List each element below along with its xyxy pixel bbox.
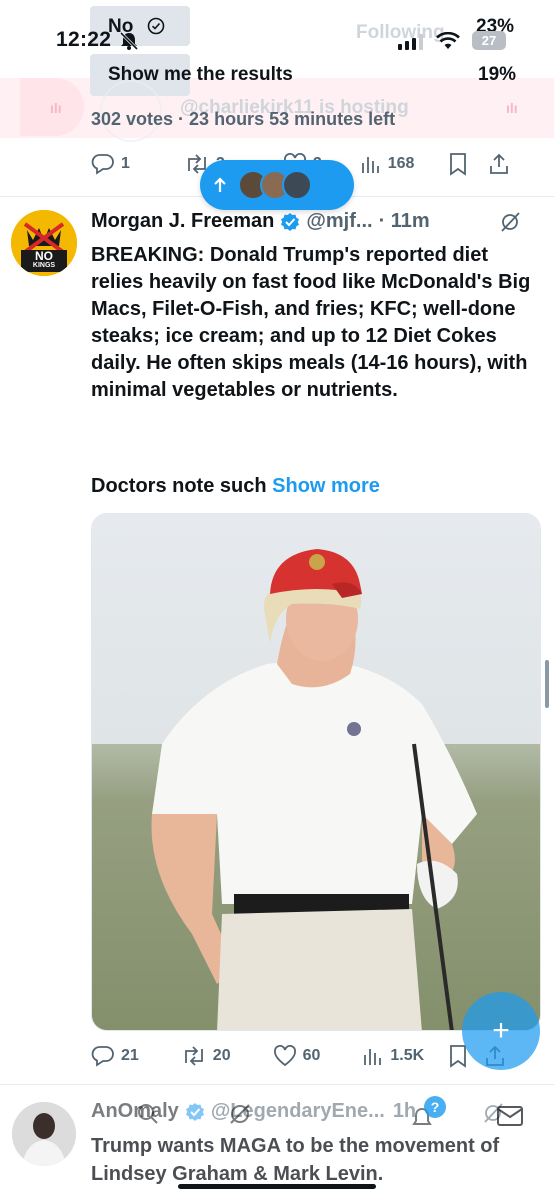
bookmark-button[interactable] (448, 152, 468, 176)
author-handle[interactable]: @mjf... (306, 210, 372, 233)
views-count: 168 (387, 155, 415, 172)
repost-button[interactable]: 20 (181, 1045, 231, 1067)
tweet-photo[interactable] (91, 513, 541, 1031)
author-name[interactable]: Morgan J. Freeman (91, 210, 274, 233)
selected-check-icon (147, 17, 165, 35)
reply-count: 21 (121, 1047, 139, 1064)
status-time: 12:22 (56, 28, 112, 51)
bookmark-icon (450, 153, 467, 176)
next-tweet-body: Trump wants MAGA to be the movement of L… (91, 1135, 500, 1185)
grok-icon (501, 211, 520, 232)
tweet-body-more: Doctors note such (91, 475, 267, 497)
messages-icon[interactable] (496, 1104, 524, 1128)
battery-icon: 27 (472, 31, 506, 50)
tweet-body: BREAKING: Donald Trump's reported diet r… (91, 244, 531, 401)
poll-option-results-label[interactable]: Show me the results (108, 64, 293, 86)
verified-badge-icon (185, 1102, 204, 1121)
repost-icon (184, 1046, 203, 1066)
new-post-avatar (282, 170, 312, 200)
like-button[interactable]: 60 (273, 1045, 321, 1067)
verified-badge-icon (281, 212, 300, 231)
views-count: 1.5K (390, 1047, 425, 1064)
next-author-avatar[interactable] (12, 1102, 76, 1166)
heart-icon (273, 1045, 296, 1067)
next-author-name[interactable]: AnOmaly (91, 1100, 179, 1123)
share-icon (490, 153, 509, 174)
repost-count: 20 (212, 1047, 231, 1064)
reply-count: 1 (121, 155, 130, 172)
views-button[interactable]: 168 (360, 153, 415, 175)
views-icon (364, 1049, 382, 1065)
tweet-divider (0, 1084, 554, 1085)
tweet-photo-image (92, 514, 540, 1030)
wifi-icon (436, 32, 460, 50)
reply-button[interactable]: 1 (91, 153, 130, 175)
avatar-logo-text-bottom: KINGS (32, 262, 56, 269)
scrollbar-thumb[interactable] (545, 660, 549, 708)
share-button[interactable] (488, 152, 510, 176)
next-avatar-image (12, 1102, 76, 1166)
new-posts-pill[interactable] (200, 160, 354, 210)
signal-icon (398, 34, 424, 50)
like-count: 60 (302, 1047, 321, 1064)
arrow-up-icon (214, 177, 226, 192)
reply-icon (91, 1046, 114, 1067)
reply-button[interactable]: 21 (91, 1045, 139, 1067)
space-audio-icon: ılı (50, 100, 62, 116)
tweet-body-truncated: Doctors note such Show more (91, 475, 380, 498)
grok-button[interactable] (499, 211, 521, 233)
author-avatar[interactable]: NO KINGS (11, 210, 77, 276)
show-more-link[interactable]: Show more (272, 475, 380, 497)
home-indicator[interactable] (178, 1184, 376, 1189)
search-icon[interactable] (136, 1102, 160, 1126)
grok-nav-icon[interactable] (228, 1102, 252, 1126)
tweet-time: · 11m (378, 210, 430, 232)
views-button[interactable]: 1.5K (362, 1045, 424, 1067)
space-audio-icon-right: ılı (506, 100, 518, 116)
views-icon (361, 157, 379, 173)
avatar-logo-text-top: NO (35, 249, 53, 263)
tweet-header: Morgan J. Freeman @mjf... · 11m (91, 210, 531, 233)
poll-option-no-label[interactable]: No (108, 16, 133, 38)
plus-icon: + (492, 1014, 510, 1047)
poll-option-results-pct: 19% (478, 64, 517, 85)
poll-meta: 302 votes · 23 hours 53 minutes left (91, 109, 396, 129)
compose-button[interactable]: + (462, 992, 540, 1070)
notifications-badge: ? (424, 1096, 446, 1118)
reply-icon (91, 154, 114, 175)
